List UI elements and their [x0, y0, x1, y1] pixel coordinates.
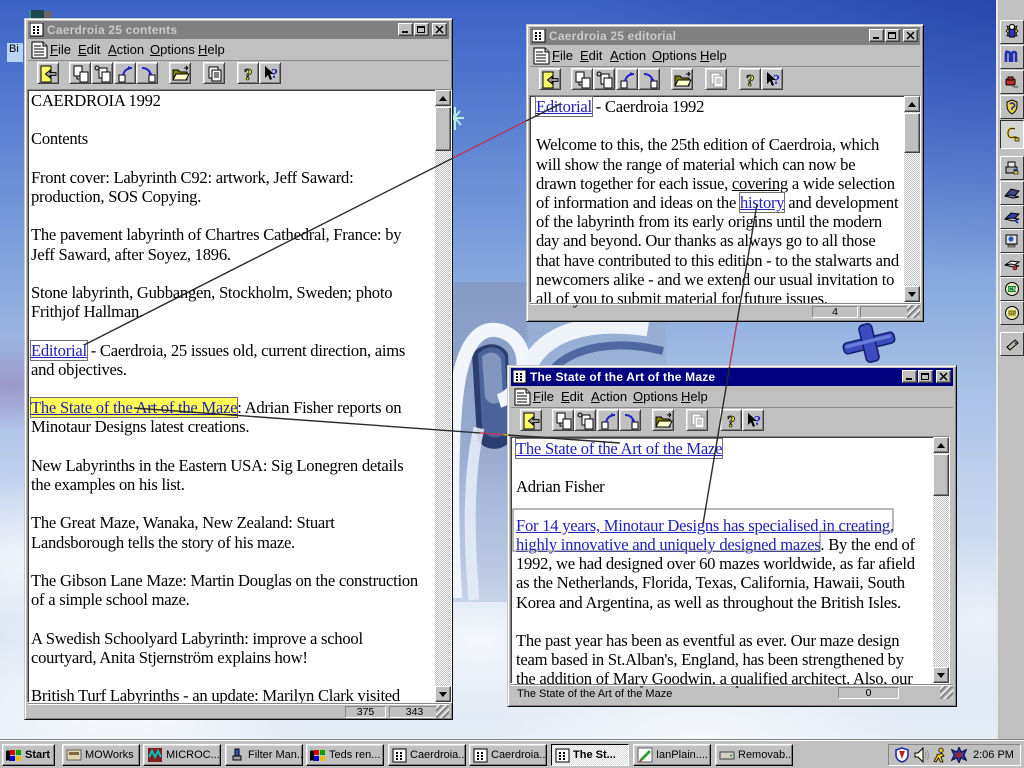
svg-text:?: ?	[271, 67, 278, 82]
svg-text:?: ?	[754, 414, 761, 429]
svg-text:?: ?	[727, 412, 736, 431]
svg-text:GP: GP	[1009, 311, 1017, 317]
svg-text:?: ?	[746, 71, 755, 90]
svg-text:?: ?	[773, 73, 780, 88]
svg-text:?: ?	[244, 65, 253, 84]
svg-text:CN: CN	[1009, 287, 1017, 293]
